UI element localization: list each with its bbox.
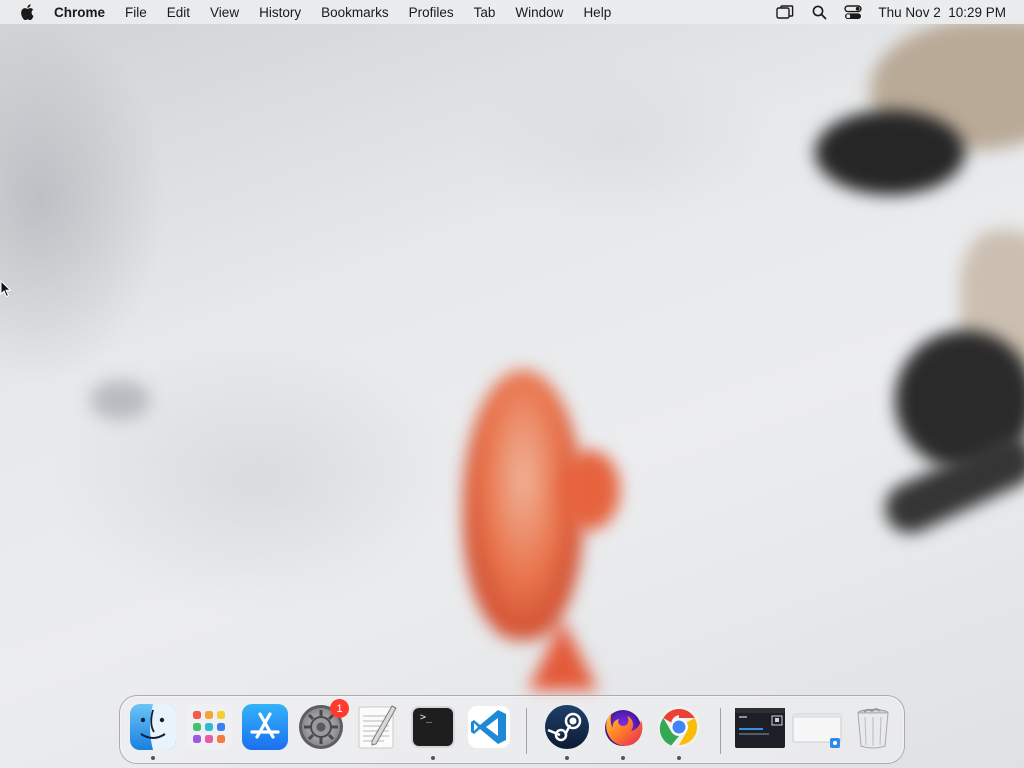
menu-profiles[interactable]: Profiles [399,5,464,20]
menu-bar-status-area: Thu Nov 2 10:29 PM [768,0,1024,24]
menu-bar: Chrome File Edit View History Bookmarks … [0,0,1024,24]
dock-minimized-window-dark[interactable] [734,704,786,750]
menu-help[interactable]: Help [573,5,621,20]
dock-separator [526,708,527,754]
menu-bar-clock[interactable]: Thu Nov 2 10:29 PM [870,5,1024,20]
wallpaper-cat-paw-dark [815,110,965,195]
trash-icon [857,708,889,749]
dock-item-terminal[interactable]: >_ [410,704,456,760]
desktop-wallpaper [0,0,1024,768]
spotlight-search-icon[interactable] [802,0,836,24]
window-thumbnail-icon [735,708,785,748]
menu-tab[interactable]: Tab [464,5,506,20]
dock-item-app-store[interactable] [242,704,288,750]
finder-icon [130,704,176,750]
running-indicator [565,756,569,760]
dock-item-system-settings[interactable]: 1 [298,699,349,750]
menu-file[interactable]: File [115,5,157,20]
steam-icon [545,705,589,749]
launchpad-icon [186,704,232,750]
dock-item-textedit[interactable] [354,704,400,750]
terminal-icon [411,706,455,748]
textedit-icon [358,705,397,749]
dock-item-vscode[interactable] [466,704,512,750]
running-indicator [431,756,435,760]
dock-item-chrome[interactable] [656,704,702,760]
app-store-icon [242,704,288,750]
menu-history[interactable]: History [249,5,311,20]
running-indicator [677,756,681,760]
screen-mirroring-icon[interactable] [768,0,802,24]
menu-edit[interactable]: Edit [157,5,200,20]
dock: 1 >_ [119,695,905,764]
mouse-pointer-icon [0,279,12,298]
window-thumbnail-icon [792,713,842,748]
menu-window[interactable]: Window [505,5,573,20]
control-center-icon[interactable] [836,0,870,24]
dock-minimized-window-light[interactable] [792,704,844,750]
wallpaper-smudge [90,380,150,420]
terminal-prompt-text: >_ [420,712,433,723]
running-indicator [151,756,155,760]
menu-bookmarks[interactable]: Bookmarks [311,5,399,20]
firefox-icon [605,710,643,746]
menu-view[interactable]: View [200,5,249,20]
menu-app-name[interactable]: Chrome [40,5,115,20]
dock-item-finder[interactable] [130,704,176,760]
dock-item-launchpad[interactable] [186,704,232,750]
dock-item-steam[interactable] [544,704,590,760]
dock-item-firefox[interactable] [600,704,646,760]
apple-menu-icon[interactable] [14,4,40,20]
running-indicator [621,756,625,760]
wallpaper-fish-fin [560,450,620,530]
dock-item-trash[interactable] [850,704,896,750]
notification-badge: 1 [330,699,349,718]
dock-separator [720,708,721,754]
wallpaper-fish [448,370,608,690]
vscode-icon [468,706,510,748]
chrome-icon [658,706,700,748]
